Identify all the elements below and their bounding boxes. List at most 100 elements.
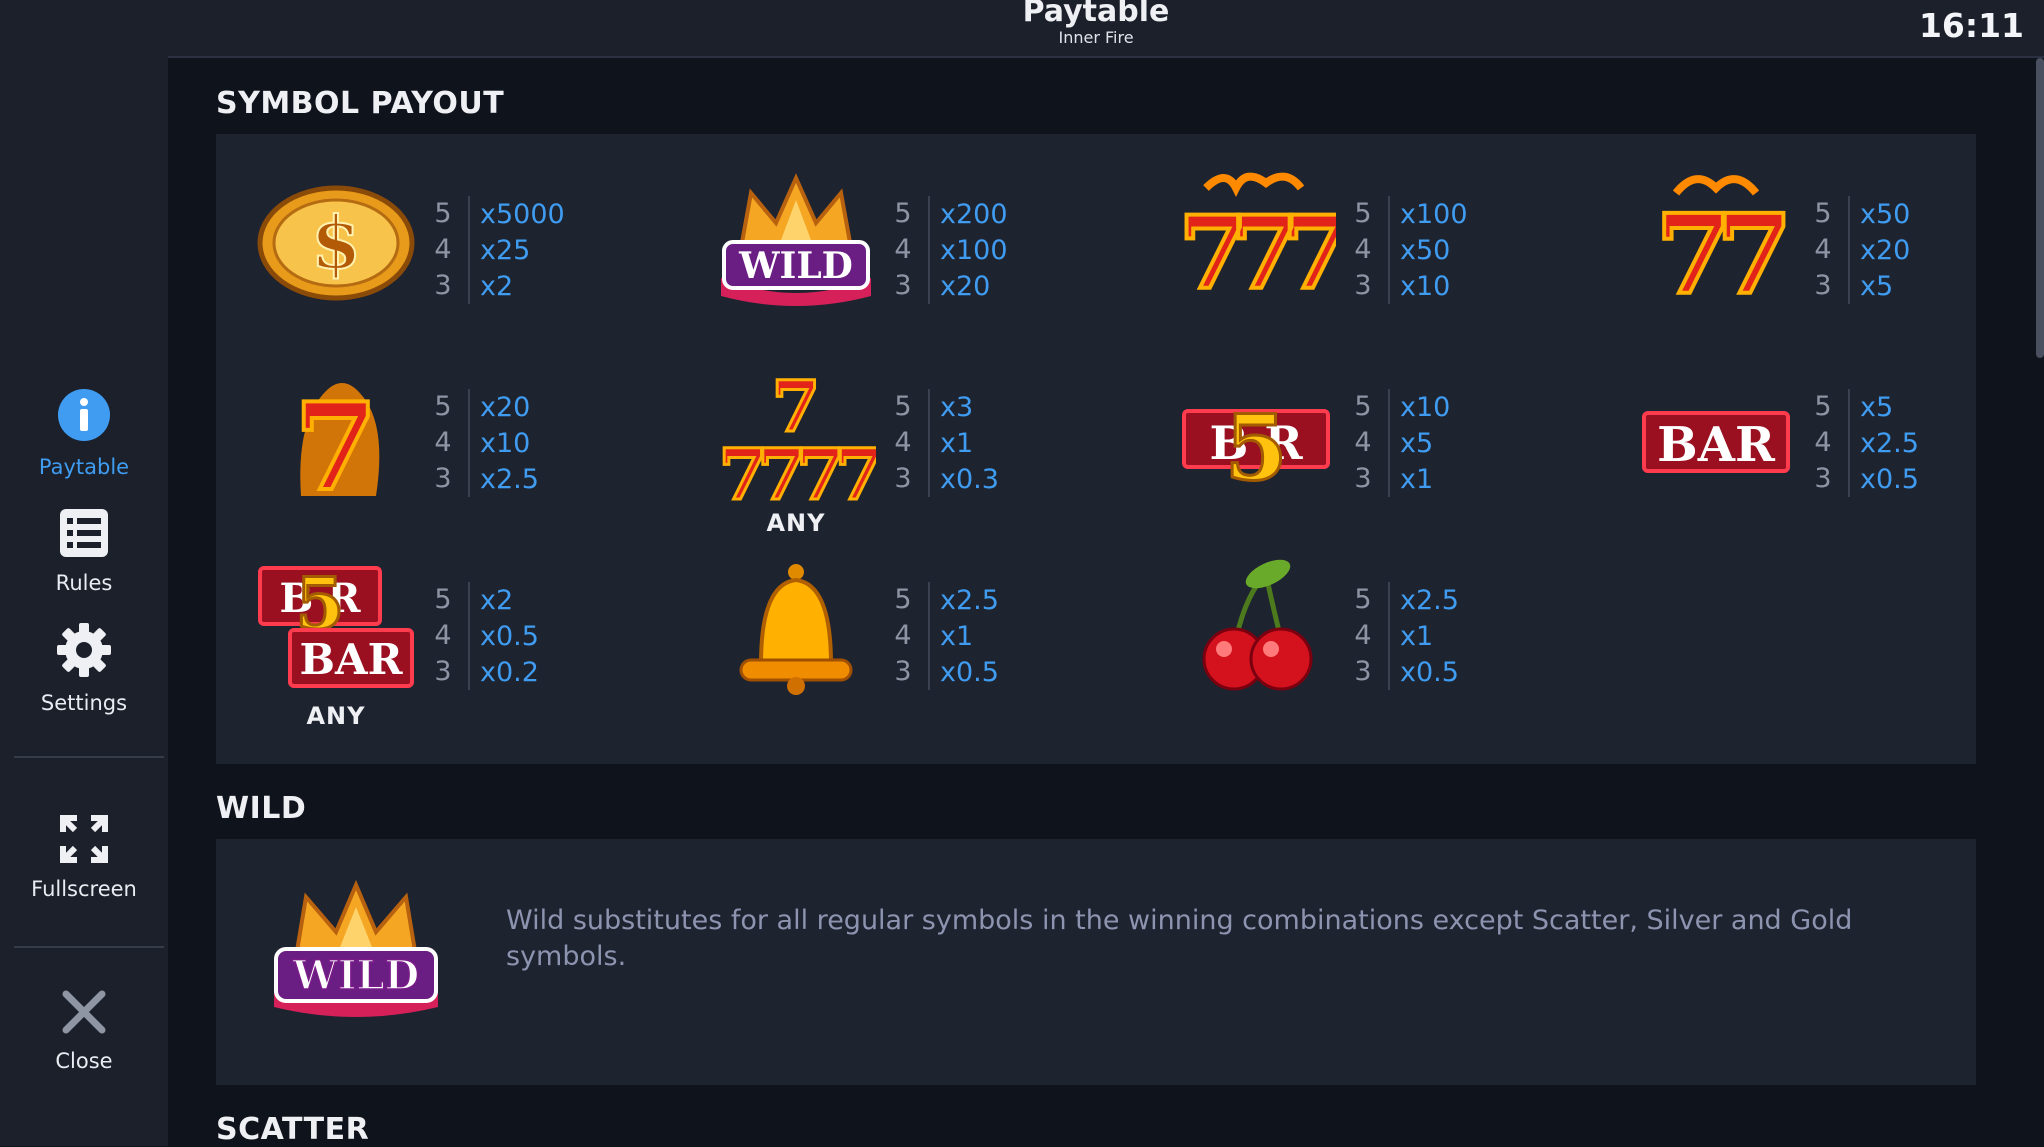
payout-multiplier: x20	[1860, 234, 1911, 266]
wild-panel: WILD Wild substitutes for all regular sy…	[216, 839, 1976, 1085]
svg-text:WILD: WILD	[292, 952, 419, 999]
payout-multiplier: x1	[940, 620, 974, 652]
game-name: Inner Fire	[1058, 28, 1134, 47]
symbol-count: 4	[888, 425, 930, 461]
symbol-count: 4	[888, 232, 930, 268]
payout-row: 3 x0.5	[1808, 461, 1919, 497]
symbol-cell: 77 5 x50 4 x20 3 x5	[1596, 168, 2044, 348]
svg-text:$: $	[311, 200, 361, 285]
payout-multiplier: x1	[940, 427, 974, 459]
symbol-count: 4	[1348, 425, 1390, 461]
sidebar-item-paytable[interactable]: Paytable	[0, 388, 168, 479]
scrollbar[interactable]	[2036, 58, 2044, 358]
paytable-content[interactable]: SYMBOL PAYOUT $5 x5000 4 x25 3 x2 WILD 5 x200 4 x…	[168, 58, 2024, 1147]
payout-row: 5 x20	[428, 389, 539, 425]
list-icon	[59, 508, 109, 563]
symbol-count: 5	[1348, 389, 1390, 425]
symbol-count: 4	[1808, 425, 1850, 461]
payout-list: 5 x5 4 x2.5 3 x0.5	[1808, 389, 1919, 497]
five-bar-symbol-image: B R 5	[1176, 361, 1336, 511]
payout-row: 3 x2.5	[428, 461, 539, 497]
symbol-cell: BAR 5 x5 4 x2.5 3 x0.5	[1596, 361, 2044, 541]
double-seven-symbol-image: 77	[1636, 168, 1802, 321]
payout-multiplier: x50	[1400, 234, 1451, 266]
payout-row: 5 x2.5	[888, 582, 999, 618]
payout-list: 5 x50 4 x20 3 x5	[1808, 196, 1910, 304]
payout-multiplier: x0.5	[480, 620, 539, 652]
payout-row: 3 x1	[1348, 461, 1450, 497]
header-bar: Paytable Inner Fire 16:11	[168, 0, 2044, 58]
payout-multiplier: x0.5	[1860, 463, 1919, 495]
payout-multiplier: x2	[480, 584, 514, 616]
sidebar-item-label: Close	[55, 1049, 113, 1073]
symbol-count: 3	[888, 461, 930, 497]
any-bar-symbol-image: B R 5 BAR	[256, 554, 416, 704]
payout-row: 4 x50	[1348, 232, 1468, 268]
payout-row: 4 x25	[428, 232, 565, 268]
payout-list: 5 x2.5 4 x1 3 x0.5	[888, 582, 999, 690]
any-label: ANY	[306, 702, 366, 730]
close-icon	[60, 988, 108, 1041]
any-seven-symbol-image: 7 7777	[716, 361, 889, 518]
symbol-cell: 5 x2.5 4 x1 3 x0.5	[676, 554, 1136, 734]
payout-multiplier: x10	[1400, 391, 1451, 423]
symbol-count: 4	[1348, 232, 1390, 268]
sidebar-item-label: Rules	[55, 571, 113, 595]
payout-multiplier: x25	[480, 234, 531, 266]
payout-row: 3 x10	[1348, 268, 1468, 304]
sidebar-divider	[14, 756, 164, 758]
payout-multiplier: x100	[940, 234, 1008, 266]
payout-multiplier: x0.5	[1400, 656, 1459, 688]
svg-text:77: 77	[1655, 190, 1784, 318]
fullscreen-icon	[59, 814, 109, 869]
payout-row: 4 x1	[888, 425, 999, 461]
symbol-count: 5	[888, 389, 930, 425]
cherry-symbol-image	[1176, 554, 1336, 704]
bar-symbol-image: BAR	[1636, 361, 1796, 511]
payout-list: 5 x2 4 x0.5 3 x0.2	[428, 582, 539, 690]
symbol-count: 5	[1808, 196, 1850, 232]
payout-row: 4 x1	[888, 618, 999, 654]
symbol-count: 3	[888, 654, 930, 690]
dollar-coin-symbol-image: $	[256, 168, 416, 318]
payout-multiplier: x2.5	[1860, 427, 1919, 459]
payout-row: 3 x0.5	[888, 654, 999, 690]
info-icon	[57, 388, 111, 447]
symbol-count: 3	[888, 268, 930, 304]
payout-multiplier: x0.2	[480, 656, 539, 688]
svg-text:777: 777	[1179, 194, 1336, 312]
sidebar-item-close[interactable]: Close	[0, 988, 168, 1073]
payout-row: 4 x20	[1808, 232, 1910, 268]
payout-multiplier: x0.5	[940, 656, 999, 688]
symbol-count: 5	[428, 196, 470, 232]
symbol-count: 4	[428, 232, 470, 268]
svg-text:7: 7	[294, 377, 378, 511]
payout-row: 4 x10	[428, 425, 539, 461]
sidebar-item-fullscreen[interactable]: Fullscreen	[0, 814, 168, 901]
sidebar-item-label: Settings	[40, 691, 128, 715]
symbol-count: 3	[428, 268, 470, 304]
sidebar-item-settings[interactable]: Settings	[0, 622, 168, 715]
symbol-count: 5	[428, 389, 470, 425]
symbol-count: 4	[1808, 232, 1850, 268]
sidebar-divider	[14, 946, 164, 948]
payout-multiplier: x20	[940, 270, 991, 302]
symbol-count: 5	[428, 582, 470, 618]
payout-multiplier: x1	[1400, 463, 1434, 495]
payout-row: 4 x1	[1348, 618, 1459, 654]
symbol-count: 3	[428, 654, 470, 690]
svg-text:BAR: BAR	[300, 635, 404, 684]
any-label: ANY	[766, 509, 826, 537]
sidebar-item-label: Fullscreen	[31, 877, 137, 901]
payout-row: 4 x2.5	[1808, 425, 1919, 461]
payout-list: 5 x5000 4 x25 3 x2	[428, 196, 565, 304]
payout-multiplier: x5	[1860, 270, 1894, 302]
payout-list: 5 x100 4 x50 3 x10	[1348, 196, 1468, 304]
sidebar-item-rules[interactable]: Rules	[0, 508, 168, 595]
payout-row: 5 x2	[428, 582, 539, 618]
payout-list: 5 x3 4 x1 3 x0.3	[888, 389, 999, 497]
symbol-count: 5	[1808, 389, 1850, 425]
payout-row: 3 x5	[1808, 268, 1910, 304]
symbol-cell: $5 x5000 4 x25 3 x2	[216, 168, 676, 348]
symbol-count: 4	[888, 618, 930, 654]
